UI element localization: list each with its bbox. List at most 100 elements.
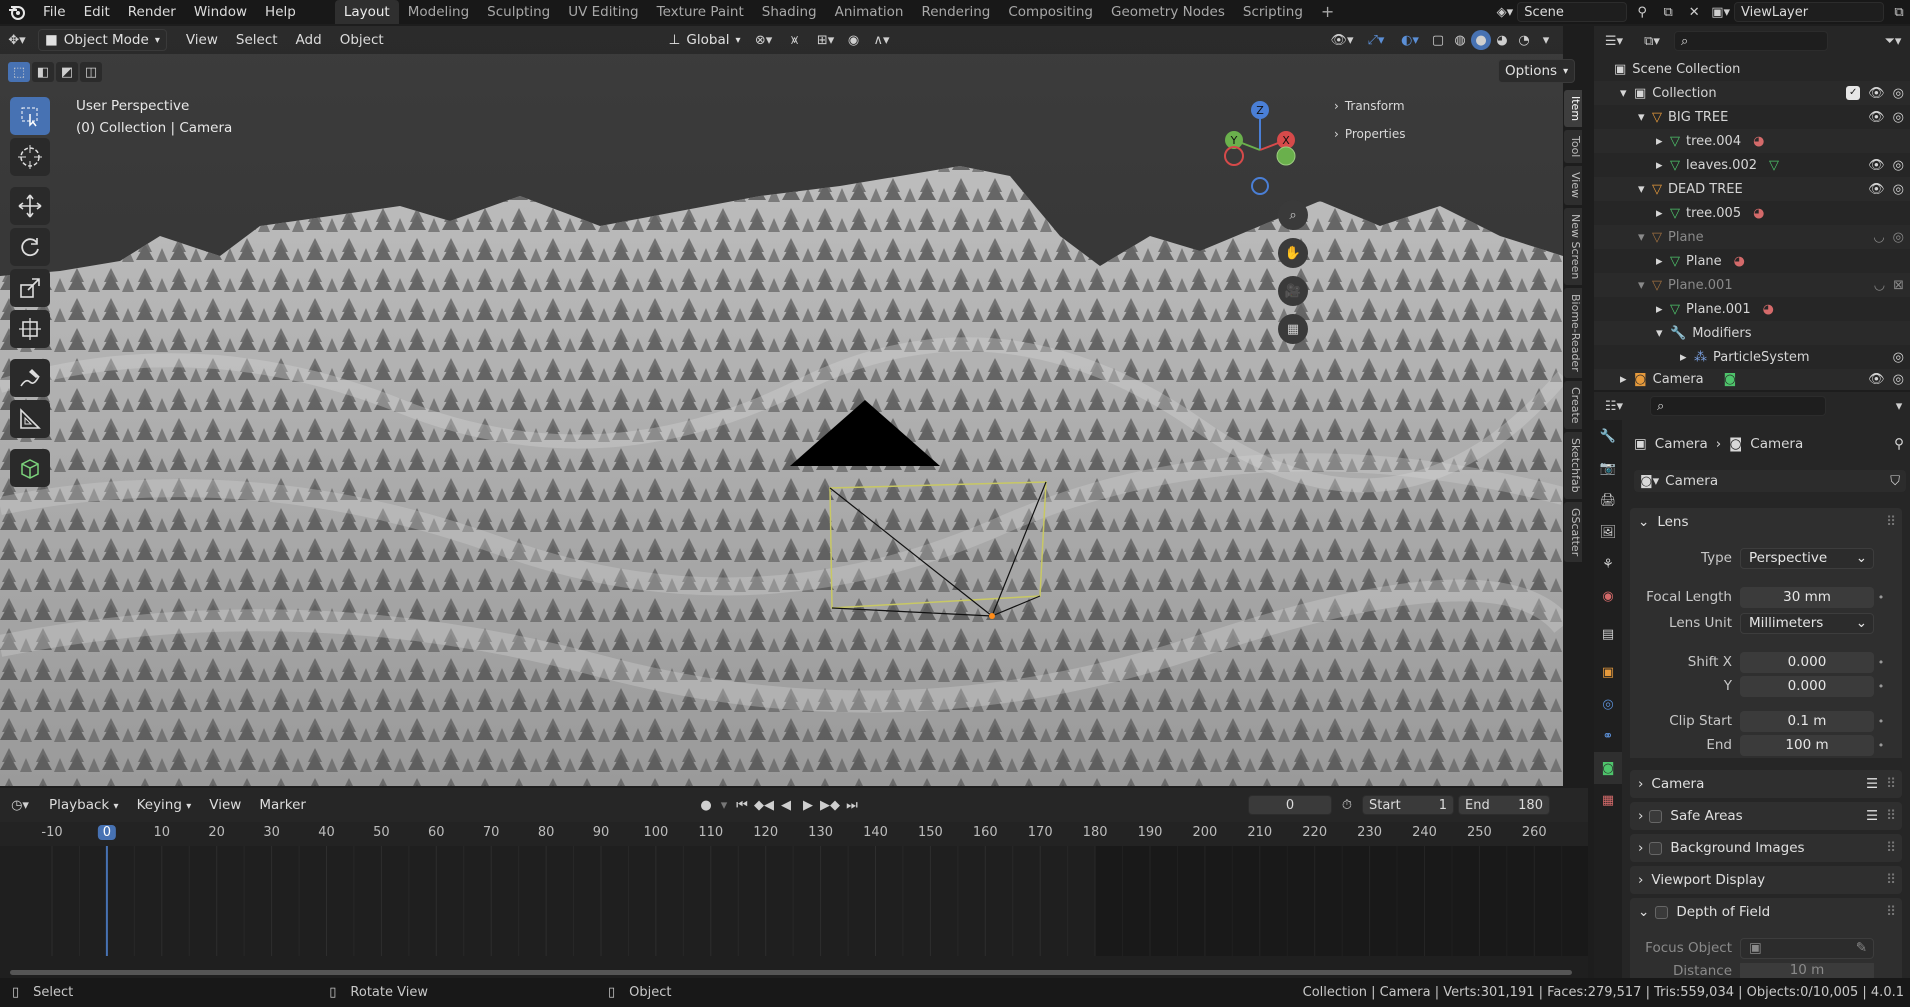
prev-keyframe-icon[interactable]: ◆◀ <box>753 794 775 816</box>
shift-y-field[interactable]: 0.000 <box>1740 675 1874 697</box>
eye-hidden-icon[interactable]: ◡ <box>1873 230 1884 245</box>
drag-handle-icon[interactable]: ⠿ <box>1886 904 1896 920</box>
distance-field[interactable]: 10 m <box>1740 963 1874 978</box>
properties-options-icon[interactable]: ▾ <box>1888 395 1910 417</box>
clip-start-field[interactable]: 0.1 m <box>1740 710 1874 732</box>
viewport-display-panel-header[interactable]: › Viewport Display ⠿ <box>1630 866 1902 894</box>
menu-window[interactable]: Window <box>185 0 256 24</box>
tab-new-screen[interactable]: New Screen <box>1564 207 1582 285</box>
view-layer-tab-icon[interactable]: 🖼 <box>1594 516 1622 548</box>
focus-object-field[interactable]: ▣ ✎ <box>1740 937 1874 959</box>
depth-of-field-panel-header[interactable]: ⌄ Depth of Field ⠿ <box>1630 898 1902 926</box>
outliner-search-input[interactable]: ⌕ <box>1674 31 1828 51</box>
jump-start-icon[interactable]: ⏮ <box>731 794 753 816</box>
lens-unit-dropdown[interactable]: Millimeters ⌄ <box>1740 612 1874 634</box>
jump-end-icon[interactable]: ⏭ <box>841 794 863 816</box>
scale-tool[interactable] <box>10 269 50 307</box>
drag-handle-icon[interactable]: ⠿ <box>1886 514 1896 530</box>
tab-sculpting[interactable]: Sculpting <box>478 0 559 24</box>
properties-editor-type-icon[interactable]: ☷▾ <box>1594 395 1634 417</box>
outliner-scene-collection[interactable]: ▣ Scene Collection <box>1594 57 1910 81</box>
collection-tab-icon[interactable]: ▤ <box>1594 618 1622 650</box>
rendered-shading-icon[interactable]: ◔ <box>1513 29 1535 51</box>
pin-icon[interactable]: ⚲ <box>1631 1 1653 23</box>
camera-data-tab-icon[interactable]: ◙ <box>1594 752 1622 784</box>
properties-search-input[interactable]: ⌕ <box>1650 396 1826 416</box>
outliner-row[interactable]: ▸ ▽ Plane.001 ◕ <box>1594 297 1910 321</box>
frame-ruler[interactable]: -10 0 10 20 30 40 50 60 70 80 90 100 110 120 130 140 150… <box>0 822 1588 846</box>
outliner-row[interactable]: ▸ ▽ leaves.002 ▽ 👁 ◎ <box>1594 153 1910 177</box>
eyedropper-icon[interactable]: ✎ <box>1856 939 1867 958</box>
render-camera-icon[interactable]: ◎ <box>1893 110 1904 125</box>
drag-handle-icon[interactable]: ⠿ <box>1886 872 1896 888</box>
snap-icon[interactable]: ⩙ <box>781 29 809 51</box>
next-keyframe-icon[interactable]: ▶◆ <box>819 794 841 816</box>
add-workspace-button[interactable]: + <box>1312 0 1343 24</box>
datablock-selector[interactable]: ◙▾ Camera ⛉ <box>1634 470 1906 492</box>
transform-panel-header[interactable]: › Transform <box>1334 92 1548 120</box>
tab-layout[interactable]: Layout <box>334 0 399 24</box>
outliner-row[interactable]: ▸ ⁂ ParticleSystem ◎ <box>1594 345 1910 369</box>
outliner-row[interactable]: ▾ ▽ BIG TREE 👁 ◎ <box>1594 105 1910 129</box>
outliner[interactable]: ☰▾ ⧉▾ ⌕ ⏷▾ ▣ Scene Collection ▾ ▣ Collectio… <box>1594 26 1910 390</box>
select-intersect-icon[interactable]: ◫ <box>80 62 102 82</box>
tab-gscatter[interactable]: GScatter <box>1564 501 1582 562</box>
keyframe-dot-icon[interactable]: • <box>1874 739 1888 752</box>
display-mode-icon[interactable]: ⧉▾ <box>1634 30 1670 52</box>
render-camera-icon[interactable]: ◎ <box>1893 86 1904 101</box>
render-camera-icon[interactable]: ◎ <box>1893 158 1904 173</box>
tab-shading[interactable]: Shading <box>753 0 826 24</box>
camera-panel-header[interactable]: › Camera ☰ ⠿ <box>1630 770 1902 798</box>
tab-compositing[interactable]: Compositing <box>999 0 1102 24</box>
checkbox-icon[interactable] <box>1655 905 1669 919</box>
mode-dropdown[interactable]: ■ Object Mode ▾ <box>38 29 167 51</box>
pan-hand-icon[interactable]: ✋ <box>1278 238 1308 268</box>
tab-modeling[interactable]: Modeling <box>399 0 478 24</box>
falloff-icon[interactable]: ∧▾ <box>865 29 899 51</box>
menu-file[interactable]: File <box>34 0 75 24</box>
tab-biome-reader[interactable]: Biome-Reader <box>1564 287 1582 378</box>
delete-scene-icon[interactable]: ✕ <box>1683 1 1705 23</box>
navigation-gizmo[interactable]: Z Y X <box>1218 98 1302 198</box>
render-disabled-icon[interactable]: ⊠ <box>1893 278 1904 293</box>
world-tab-icon[interactable]: ◉ <box>1594 580 1622 612</box>
end-frame-field[interactable]: End 180 <box>1457 795 1550 815</box>
object-tab-icon[interactable]: ▣ <box>1594 656 1622 688</box>
keyframe-dot-icon[interactable]: • <box>1874 591 1888 604</box>
eye-icon[interactable]: 👁 <box>1868 182 1885 197</box>
filter-icon[interactable]: ⏷▾ <box>1876 30 1910 52</box>
scene-tab-icon[interactable]: ⚘ <box>1594 548 1622 580</box>
keyframe-dot-icon[interactable]: • <box>1874 715 1888 728</box>
menu-help[interactable]: Help <box>256 0 305 24</box>
stopwatch-icon[interactable]: ⏱ <box>1336 794 1358 816</box>
gizmo-toggle-icon[interactable]: ⤢▾ <box>1359 29 1393 51</box>
shift-x-field[interactable]: 0.000 <box>1740 651 1874 673</box>
menu-add[interactable]: Add <box>287 32 331 48</box>
menu-object[interactable]: Object <box>331 32 393 48</box>
keyframe-dot-icon[interactable]: • <box>1874 680 1888 693</box>
drag-handle-icon[interactable]: ⠿ <box>1886 776 1896 792</box>
pin-icon[interactable]: ⚲ <box>1894 436 1904 452</box>
transform-tool[interactable] <box>10 310 50 348</box>
presets-list-icon[interactable]: ☰ <box>1866 776 1878 792</box>
tab-uv-editing[interactable]: UV Editing <box>559 0 647 24</box>
render-camera-icon[interactable]: ◎ <box>1893 372 1904 387</box>
record-icon[interactable]: ● <box>695 794 717 816</box>
measure-tool[interactable] <box>10 400 50 438</box>
checkbox-icon[interactable] <box>1649 809 1663 823</box>
tab-scripting[interactable]: Scripting <box>1234 0 1312 24</box>
tab-rendering[interactable]: Rendering <box>912 0 999 24</box>
editor-type-icon[interactable]: ✥▾ <box>0 29 34 51</box>
shading-options-icon[interactable]: ▾ <box>1535 29 1557 51</box>
fake-user-shield-icon[interactable]: ⛉ <box>1884 474 1906 489</box>
menu-edit[interactable]: Edit <box>75 0 119 24</box>
orientation-dropdown[interactable]: ⊥ Global ▾ <box>663 29 747 51</box>
safe-areas-panel-header[interactable]: › Safe Areas ☰ ⠿ <box>1630 802 1902 830</box>
render-camera-icon[interactable]: ◎ <box>1893 182 1904 197</box>
menu-keying[interactable]: Keying ▾ <box>128 797 201 813</box>
pivot-icon[interactable]: ⊗▾ <box>747 29 781 51</box>
overlay-toggle-icon[interactable]: ◐▾ <box>1393 29 1427 51</box>
timeline-scrollbar[interactable] <box>10 970 1572 975</box>
current-frame-field[interactable]: 0 <box>1247 795 1332 815</box>
tab-texture-paint[interactable]: Texture Paint <box>648 0 753 24</box>
